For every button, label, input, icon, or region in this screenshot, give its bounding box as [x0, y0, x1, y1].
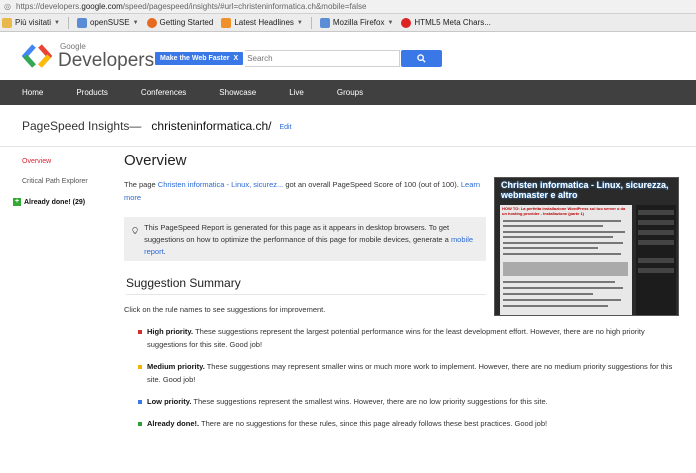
list-item: Medium priority. These suggestions may r… — [138, 360, 678, 386]
suggestion-summary-heading: Suggestion Summary — [126, 276, 486, 295]
search-button[interactable] — [401, 50, 442, 67]
search-input[interactable] — [245, 50, 401, 67]
bookmark-opensuse[interactable]: openSUSE ▼ — [76, 17, 139, 28]
bookmark-html5-meta[interactable]: HTML5 Meta Chars... — [401, 17, 491, 28]
click-hint: Click on the rule names to see suggestio… — [124, 305, 326, 314]
thumbnail-site-title: Christen informatica - Linux, sicurezza,… — [501, 180, 669, 200]
overview-heading: Overview — [124, 152, 187, 169]
firefox-icon — [146, 17, 157, 28]
edit-link[interactable]: Edit — [279, 124, 291, 131]
rss-icon — [221, 17, 232, 28]
red-dot-icon — [401, 17, 412, 28]
search-area: Make the Web Faster X — [155, 50, 442, 67]
nav-showcase[interactable]: Showcase — [219, 88, 256, 97]
bookmark-getting-started[interactable]: Getting Started — [146, 17, 213, 28]
priority-square-icon — [138, 421, 142, 426]
title-dash: — — [129, 118, 142, 133]
desktop-report-note: This PageSpeed Report is generated for t… — [124, 217, 486, 261]
bookmarks-toolbar: Più visitati ▼ openSUSE ▼ Getting Starte… — [0, 14, 696, 32]
sidebar-item-overview[interactable]: Overview — [22, 158, 88, 165]
chevron-down-icon: ▼ — [387, 19, 394, 26]
priority-square-icon — [138, 329, 142, 334]
nav-home[interactable]: Home — [22, 88, 43, 97]
google-developers-logo[interactable]: Google Developers — [22, 42, 154, 70]
priority-square-icon — [138, 399, 142, 404]
page-link[interactable]: Christen informatica - Linux, sicurez... — [158, 180, 283, 189]
list-item: High priority. These suggestions represe… — [138, 325, 678, 351]
list-item: Already done!. There are no suggestions … — [138, 417, 678, 430]
sidebar-item-already-done[interactable]: + Already done! (29) — [13, 198, 88, 206]
chevron-down-icon: ▼ — [132, 19, 139, 26]
separator — [310, 16, 312, 29]
pagespeed-score: 100 — [403, 180, 417, 189]
url-text[interactable]: https://developers.google.com/speed/page… — [16, 2, 366, 11]
site-header: Google Developers Make the Web Faster X — [0, 32, 696, 80]
globe-icon: ◎ — [4, 1, 11, 11]
overview-intro: The page Christen informatica - Linux, s… — [124, 180, 481, 202]
star-folder-icon — [2, 17, 12, 28]
analyzed-site: christeninformatica.ch/ — [151, 118, 272, 133]
page-screenshot-thumbnail: Christen informatica - Linux, sicurezza,… — [494, 177, 679, 316]
bookmark-mozilla-firefox[interactable]: Mozilla Firefox ▼ — [319, 17, 394, 28]
scope-chip[interactable]: Make the Web Faster X — [155, 52, 244, 65]
lightbulb-icon — [132, 227, 138, 234]
address-bar[interactable]: ◎ https://developers.google.com/speed/pa… — [0, 0, 696, 14]
list-item: Low priority. These suggestions represen… — [138, 395, 678, 408]
bookmark-latest-headlines[interactable]: Latest Headlines ▼ — [221, 17, 303, 28]
search-icon — [417, 54, 426, 63]
separator — [67, 16, 69, 29]
sidebar: Overview Critical Path Explorer + Alread… — [13, 158, 88, 219]
bookmark-piu-visitati[interactable]: Più visitati ▼ — [2, 17, 60, 28]
nav-conferences[interactable]: Conferences — [141, 88, 186, 97]
top-nav: Home Products Conferences Showcase Live … — [0, 80, 696, 105]
logo-developers-text: Developers — [58, 49, 155, 71]
nav-groups[interactable]: Groups — [337, 88, 363, 97]
folder-icon — [76, 17, 87, 28]
sidebar-item-critical-path[interactable]: Critical Path Explorer — [22, 178, 88, 185]
nav-products[interactable]: Products — [76, 88, 108, 97]
page-title: PageSpeed Insights — [22, 118, 130, 133]
main-content: Overview The page Christen informatica -… — [124, 152, 494, 314]
folder-icon — [319, 17, 330, 28]
rules-list: High priority. These suggestions represe… — [138, 325, 678, 439]
expand-plus-icon[interactable]: + — [13, 198, 21, 206]
chevron-down-icon: ▼ — [296, 19, 303, 26]
priority-square-icon — [138, 364, 142, 369]
close-icon[interactable]: X — [234, 55, 239, 62]
nav-live[interactable]: Live — [289, 88, 304, 97]
page-breadcrumb: PageSpeed Insights — christeninformatica… — [0, 105, 696, 147]
chevron-down-icon: ▼ — [54, 19, 60, 26]
developers-logo-icon — [22, 44, 52, 68]
thumbnail-headline: HOW TO: La perfetta installazione WordPr… — [502, 206, 626, 216]
